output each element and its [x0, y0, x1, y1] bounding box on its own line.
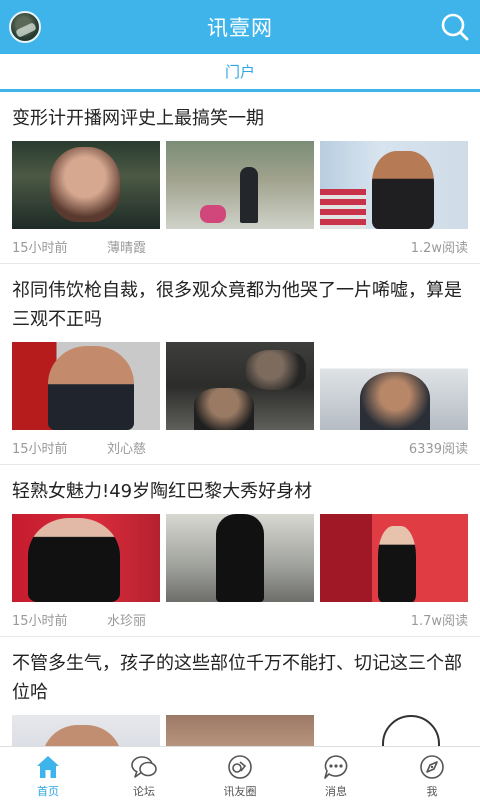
article-read-count: 1.7w阅读 [410, 613, 468, 629]
user-avatar[interactable] [9, 11, 41, 43]
article-feed[interactable]: 变形计开播网评史上最搞笑一期 15小时前 薄晴霞 1.2w阅读 祁同伟饮枪自裁，… [0, 92, 480, 746]
nav-label: 消息 [325, 785, 347, 798]
home-icon [37, 756, 59, 778]
article-author: 薄晴霞 [107, 240, 147, 256]
article-thumbnail[interactable] [166, 141, 314, 229]
app-screen: 讯壹网 门户 变形计开播网评史上最搞笑一期 15小时前 薄晴霞 1.2w阅读 祁… [0, 0, 480, 800]
nav-forum[interactable]: 论坛 [96, 747, 192, 800]
article-thumbnail[interactable] [320, 141, 468, 229]
nav-label: 论坛 [133, 785, 155, 798]
nav-moments[interactable]: 讯友圈 [192, 747, 288, 800]
article-item[interactable]: 祁同伟饮枪自裁，很多观众竟都为他哭了一片唏嘘，算是三观不正吗 15小时前 刘心慈… [0, 264, 480, 465]
article-meta: 15小时前 薄晴霞 1.2w阅读 [12, 229, 468, 263]
article-read-count: 6339阅读 [408, 441, 468, 457]
article-meta: 15小时前 刘心慈 6339阅读 [12, 430, 468, 464]
article-meta: 15小时前 水珍丽 1.7w阅读 [12, 602, 468, 636]
article-thumbnail[interactable] [12, 715, 160, 746]
article-author: 刘心慈 [107, 441, 147, 457]
bottom-navigation: 首页 论坛 讯友圈 消息 我 [0, 746, 480, 800]
article-time: 15小时前 [12, 613, 68, 629]
moments-icon [228, 755, 252, 779]
thumbnail-row [12, 342, 468, 430]
thumbnail-row [12, 141, 468, 229]
top-bar: 讯壹网 [0, 0, 480, 54]
app-title: 讯壹网 [207, 16, 273, 40]
thumbnail-row [12, 514, 468, 602]
article-thumbnail[interactable] [320, 514, 468, 602]
nav-label: 首页 [37, 785, 59, 798]
article-item[interactable]: 轻熟女魅力!49岁陶红巴黎大秀好身材 15小时前 水珍丽 1.7w阅读 [0, 465, 480, 637]
article-thumbnail[interactable] [320, 342, 468, 430]
message-icon [324, 755, 348, 779]
article-title[interactable]: 轻熟女魅力!49岁陶红巴黎大秀好身材 [12, 465, 468, 514]
article-time: 15小时前 [12, 441, 68, 457]
article-thumbnail[interactable] [166, 514, 314, 602]
article-title[interactable]: 不管多生气，孩子的这些部位千万不能打、切记这三个部位哈 [12, 637, 468, 715]
compass-icon [420, 755, 444, 779]
article-item[interactable]: 不管多生气，孩子的这些部位千万不能打、切记这三个部位哈 [0, 637, 480, 746]
search-icon[interactable] [440, 12, 470, 42]
article-time: 15小时前 [12, 240, 68, 256]
thumbnail-row [12, 715, 468, 746]
category-tab-bar: 门户 [0, 54, 480, 92]
article-thumbnail[interactable] [166, 342, 314, 430]
article-title[interactable]: 祁同伟饮枪自裁，很多观众竟都为他哭了一片唏嘘，算是三观不正吗 [12, 264, 468, 342]
article-title[interactable]: 变形计开播网评史上最搞笑一期 [12, 92, 468, 141]
article-thumbnail[interactable] [166, 715, 314, 746]
nav-label: 我 [426, 785, 438, 798]
tab-portal[interactable]: 门户 [225, 61, 255, 82]
nav-label: 讯友圈 [223, 785, 257, 798]
article-thumbnail[interactable] [12, 514, 160, 602]
nav-me[interactable]: 我 [384, 747, 480, 800]
article-author: 水珍丽 [107, 613, 147, 629]
nav-messages[interactable]: 消息 [288, 747, 384, 800]
article-thumbnail[interactable] [12, 141, 160, 229]
article-thumbnail[interactable] [320, 715, 468, 746]
nav-home[interactable]: 首页 [0, 747, 96, 800]
article-thumbnail[interactable] [12, 342, 160, 430]
article-item[interactable]: 变形计开播网评史上最搞笑一期 15小时前 薄晴霞 1.2w阅读 [0, 92, 480, 264]
article-read-count: 1.2w阅读 [410, 240, 468, 256]
chat-bubble-icon [131, 756, 157, 778]
